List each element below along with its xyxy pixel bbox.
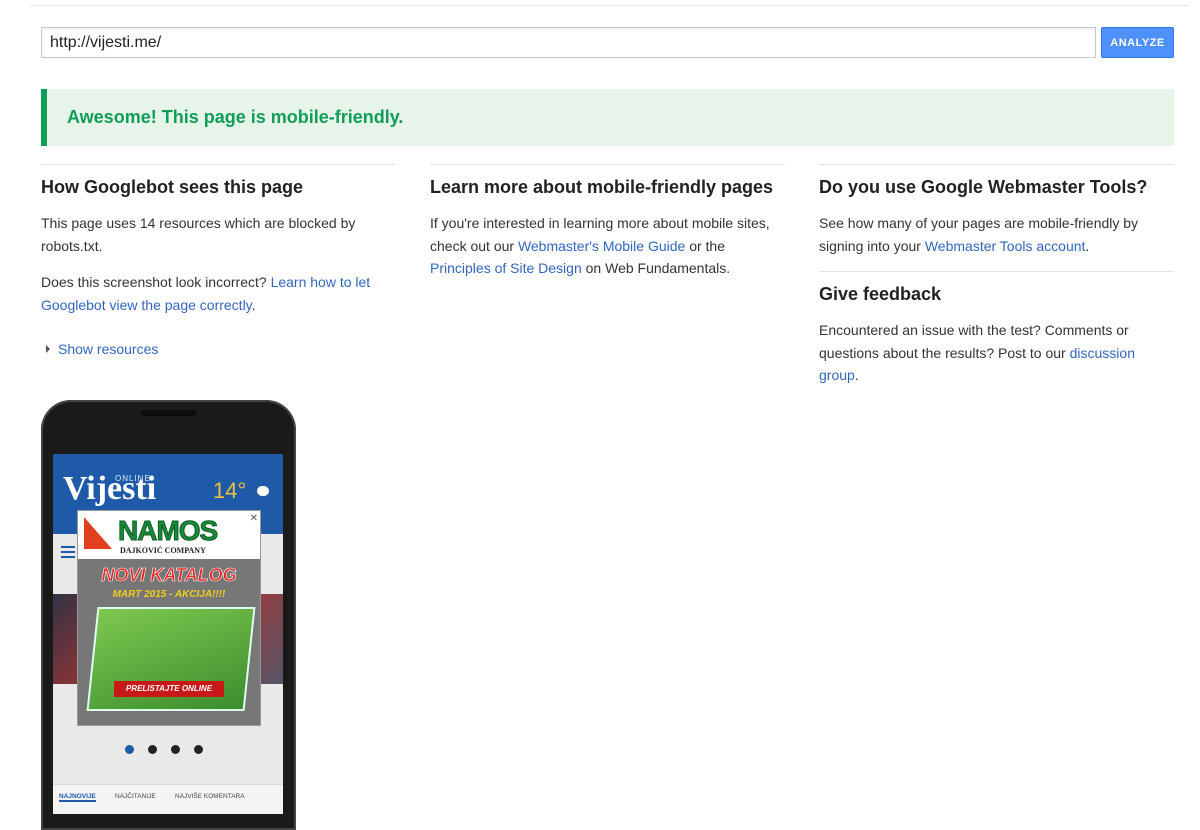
hamburger-icon	[61, 546, 75, 558]
carousel-dot	[125, 745, 134, 754]
blocked-resources-text: This page uses 14 resources which are bl…	[41, 215, 356, 254]
ad-date: MART 2015 - AKCIJA!!!!	[112, 589, 226, 600]
ad-company: DAJKOVIĆ COMPANY	[120, 546, 206, 555]
learn-more-section: Learn more about mobile-friendly pages I…	[430, 164, 785, 280]
phone-screen: Vijesti ONLINE 14° NAMOS DAJKOVIĆ COMPAN…	[53, 454, 283, 814]
webmaster-section: Do you use Google Webmaster Tools? See h…	[819, 164, 1174, 387]
section-divider	[819, 271, 1174, 272]
learn-more-title: Learn more about mobile-friendly pages	[430, 177, 774, 197]
carousel-dot	[194, 745, 203, 754]
carousel-dots	[125, 741, 217, 759]
site-tagline: ONLINE	[115, 474, 151, 483]
show-resources-label: Show resources	[58, 341, 159, 357]
section-divider	[819, 164, 1174, 165]
learn-more-text: If you're interested in learning more ab…	[430, 215, 770, 276]
webmaster-title: Do you use Google Webmaster Tools?	[819, 177, 1148, 197]
ad-brand: NAMOS	[117, 515, 218, 547]
phone-speaker	[141, 410, 196, 416]
section-divider	[430, 164, 785, 165]
weather-temperature: 14°	[213, 478, 247, 503]
top-divider	[30, 5, 1190, 6]
incorrect-screenshot-text: Does this screenshot look incorrect? Lea…	[41, 274, 371, 313]
ad-cta: PRELISTAJTE ONLINE	[114, 681, 224, 697]
tab-najnovije: NAJNOVIJE	[59, 793, 96, 802]
weather-cloud-icon	[257, 486, 269, 496]
feedback-title: Give feedback	[819, 284, 942, 304]
close-icon: ✕	[249, 513, 258, 524]
result-message: Awesome! This page is mobile-friendly.	[67, 107, 404, 127]
triangle-right-icon	[46, 345, 50, 353]
mobile-guide-link[interactable]: Webmaster's Mobile Guide	[518, 238, 685, 254]
site-tabs: NAJNOVIJE NAJČITANIJE NAJVIŠE KOMENTARA	[53, 784, 283, 814]
tab-najvise-komentara: NAJVIŠE KOMENTARA	[175, 793, 245, 800]
brand-logo-icon	[84, 517, 112, 549]
ad-headline: NOVI KATALOG	[101, 565, 237, 586]
phone-preview: Vijesti ONLINE 14° NAMOS DAJKOVIĆ COMPAN…	[41, 400, 296, 830]
popup-ad: NAMOS DAJKOVIĆ COMPANY ✕ NOVI KATALOG MA…	[77, 510, 261, 726]
section-divider	[41, 164, 396, 165]
ad-header: NAMOS DAJKOVIĆ COMPANY ✕	[78, 511, 260, 559]
tab-najcitanije: NAJČITANIJE	[115, 793, 156, 800]
carousel-dot	[171, 745, 180, 754]
url-input[interactable]	[41, 27, 1096, 58]
site-design-link[interactable]: Principles of Site Design	[430, 260, 582, 276]
googlebot-title: How Googlebot sees this page	[41, 177, 304, 197]
webmaster-text: See how many of your pages are mobile-fr…	[819, 215, 1139, 254]
feedback-text: Encountered an issue with the test? Comm…	[819, 322, 1135, 383]
show-resources-toggle[interactable]: Show resources	[46, 341, 158, 357]
carousel-dot	[148, 745, 157, 754]
analyze-button[interactable]: ANALYZE	[1101, 27, 1174, 58]
googlebot-section: How Googlebot sees this page This page u…	[41, 164, 396, 316]
webmaster-tools-link[interactable]: Webmaster Tools account	[925, 238, 1086, 254]
result-banner: Awesome! This page is mobile-friendly.	[41, 89, 1174, 146]
